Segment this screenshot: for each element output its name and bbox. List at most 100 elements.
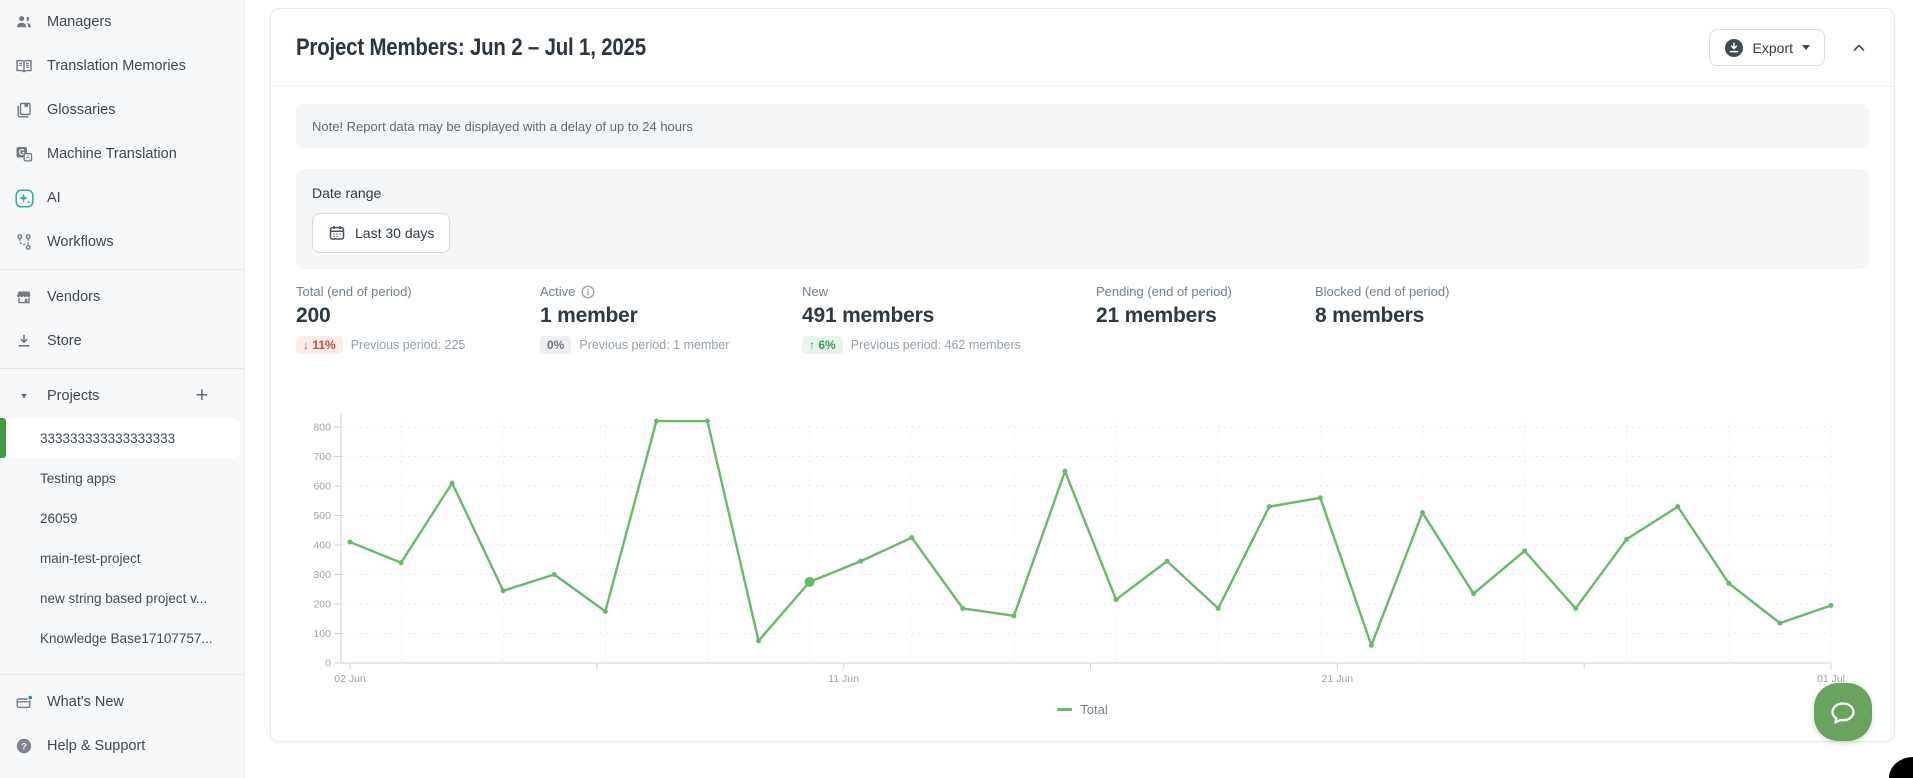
stat-value: 8 members [1315,304,1449,328]
sidebar-item-glossaries[interactable]: Glossaries [0,88,244,132]
stat-label: New [802,284,1096,299]
divider [0,674,244,675]
project-item-label: 26059 [40,511,78,526]
svg-text:800: 800 [313,422,331,434]
stat-value: 21 members [1096,304,1315,328]
machine-translation-icon: G A [14,144,34,164]
chart-legend: Total [296,702,1869,717]
export-button[interactable]: Export [1709,29,1825,66]
info-icon[interactable] [581,285,595,299]
projects-header-label: Projects [47,388,99,404]
chevron-up-icon [1849,38,1869,58]
delta-badge: ↑ 6% [802,336,843,354]
sidebar-project-item[interactable]: 333333333333333333 [0,418,240,458]
sidebar-item-label: Translation Memories [47,58,186,74]
stat-pending: Pending (end of period) 21 members [1096,282,1315,355]
date-range-button-label: Last 30 days [355,225,434,241]
projects-section-header[interactable]: ▾ Projects + [0,374,244,418]
sidebar-item-workflows[interactable]: Workflows [0,220,244,264]
stat-label: Total (end of period) [296,284,540,299]
svg-text:21 Jun: 21 Jun [1322,673,1354,685]
stats-row: Total (end of period) 200 ↓ 11% Previous… [296,282,1869,355]
project-item-label: Testing apps [40,471,116,486]
sidebar-item-help-support[interactable]: ? Help & Support [0,724,244,768]
delta-badge: 0% [540,336,571,354]
chevron-down-icon[interactable]: ▾ [14,391,34,402]
glossaries-icon [14,100,34,120]
sidebar-item-managers[interactable]: Managers [0,0,244,44]
whats-new-icon [14,692,34,712]
sidebar-project-item[interactable]: new string based project v... [0,578,244,618]
svg-text:02 Jun: 02 Jun [334,673,366,685]
chat-bubble-icon [1827,696,1859,728]
stat-label: Active [540,284,575,299]
stat-total: Total (end of period) 200 ↓ 11% Previous… [296,282,540,355]
sidebar-item-label: Store [47,333,82,349]
svg-text:700: 700 [313,451,331,463]
stat-new: New 491 members ↑ 6% Previous period: 46… [802,282,1096,355]
stat-label: Blocked (end of period) [1315,284,1449,299]
date-range-button[interactable]: Last 30 days [312,213,450,253]
stat-value: 200 [296,304,540,328]
sidebar-item-label: Vendors [47,289,100,305]
export-icon [1724,38,1744,58]
previous-period-text: Previous period: 225 [351,338,466,352]
chat-widget-button[interactable] [1814,683,1872,741]
stat-value: 491 members [802,304,1096,328]
sidebar-item-machine-translation[interactable]: G A Machine Translation [0,132,244,176]
stat-label: Pending (end of period) [1096,284,1315,299]
previous-period-text: Previous period: 462 members [851,338,1021,352]
previous-period-text: Previous period: 1 member [579,338,729,352]
active-indicator-bar [0,418,6,458]
members-chart[interactable]: 010020030040050060070080002 Jun11 Jun21 … [296,393,1869,717]
help-icon: ? [14,736,34,756]
divider [0,368,244,369]
workflows-icon [14,232,34,252]
note-banner: Note! Report data may be displayed with … [296,104,1869,148]
svg-text:300: 300 [313,569,331,581]
svg-text:400: 400 [313,540,331,552]
sidebar-project-item[interactable]: 26059 [0,498,244,538]
cursor-artifact [1889,757,1913,778]
svg-text:0: 0 [325,658,331,670]
svg-text:A: A [26,154,31,161]
sidebar-item-vendors[interactable]: Vendors [0,275,244,319]
sidebar-item-store[interactable]: Store [0,319,244,363]
date-range-label: Date range [312,185,1853,201]
managers-icon [14,12,34,32]
stat-blocked: Blocked (end of period) 8 members [1315,282,1449,355]
store-icon [14,331,34,351]
sidebar-item-label: AI [47,190,61,206]
add-project-button[interactable]: + [196,386,208,406]
sidebar-project-item[interactable]: Knowledge Base17107757... [0,618,244,658]
sidebar-project-item[interactable]: Testing apps [0,458,244,498]
sidebar-item-label: Workflows [47,234,114,250]
sidebar-item-label: Help & Support [47,738,145,754]
sidebar-item-label: Managers [47,14,111,30]
calendar-icon [328,224,346,242]
svg-text:100: 100 [313,628,331,640]
stat-active: Active 1 member 0% Previous period: 1 me… [540,282,802,355]
sidebar-item-ai[interactable]: AI [0,176,244,220]
project-item-label: 333333333333333333 [40,431,175,446]
svg-text:200: 200 [313,599,331,611]
note-text: Note! Report data may be displayed with … [312,119,693,134]
sidebar-item-label: Machine Translation [47,146,177,162]
delta-badge: ↓ 11% [296,336,343,354]
divider [0,269,244,270]
vendors-icon [14,287,34,307]
legend-label: Total [1080,702,1107,717]
caret-down-icon [1802,45,1810,50]
legend-line-swatch [1057,708,1072,711]
export-button-label: Export [1753,40,1793,56]
sidebar-item-whats-new[interactable]: What's New [0,680,244,724]
sidebar-project-item[interactable]: main-test-project [0,538,244,578]
sidebar-item-label: What's New [47,694,124,710]
date-range-panel: Date range Last 30 days [296,169,1869,269]
svg-text:?: ? [21,741,27,752]
sidebar-item-translation-memories[interactable]: Translation Memories [0,44,244,88]
ai-icon [14,188,34,208]
project-item-label: new string based project v... [40,591,207,606]
stat-value: 1 member [540,304,802,328]
collapse-panel-button[interactable] [1849,38,1869,58]
